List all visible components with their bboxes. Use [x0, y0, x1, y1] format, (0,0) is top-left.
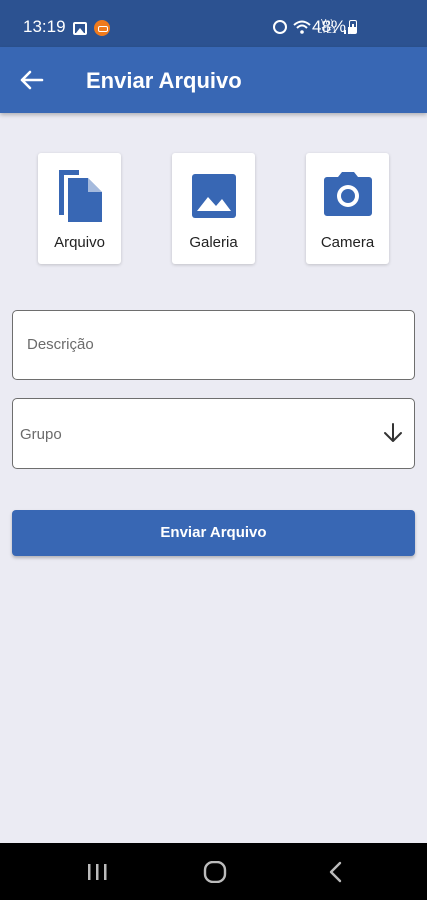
file-copy-icon [58, 170, 102, 222]
system-navigation-bar [0, 843, 427, 900]
battery-icon [349, 20, 357, 34]
gallery-notification-icon [73, 21, 87, 35]
description-input[interactable]: Descrição [12, 310, 415, 380]
send-file-button[interactable]: Enviar Arquivo [12, 510, 415, 556]
status-notification-icons [73, 20, 110, 36]
arrow-down-icon [384, 423, 402, 442]
arquivo-source-button[interactable]: Arquivo [38, 153, 121, 264]
arquivo-label: Arquivo [54, 234, 105, 251]
image-icon [191, 174, 236, 218]
battery-percentage: 48% [312, 17, 347, 36]
alarm-icon [273, 20, 287, 34]
description-placeholder: Descrição [27, 336, 94, 353]
back-icon[interactable] [325, 861, 349, 883]
home-icon[interactable] [203, 861, 227, 883]
status-time: 13:19 [23, 17, 66, 36]
page-title: Enviar Arquivo [86, 68, 242, 93]
wifi-icon [293, 20, 311, 34]
recent-apps-icon[interactable] [85, 861, 109, 883]
galeria-label: Galeria [189, 234, 238, 251]
status-bar: 13:19 Vo) LTE1 48% [0, 0, 427, 47]
camera-label: Camera [320, 234, 375, 251]
group-select[interactable]: Grupo [12, 398, 415, 469]
app-notification-icon [94, 20, 110, 36]
camera-icon [323, 172, 372, 216]
galeria-source-button[interactable]: Galeria [172, 153, 255, 264]
camera-source-button[interactable]: Camera [306, 153, 389, 264]
app-bar: Enviar Arquivo [0, 47, 427, 113]
group-placeholder: Grupo [20, 426, 62, 443]
back-arrow-icon[interactable] [16, 65, 46, 95]
